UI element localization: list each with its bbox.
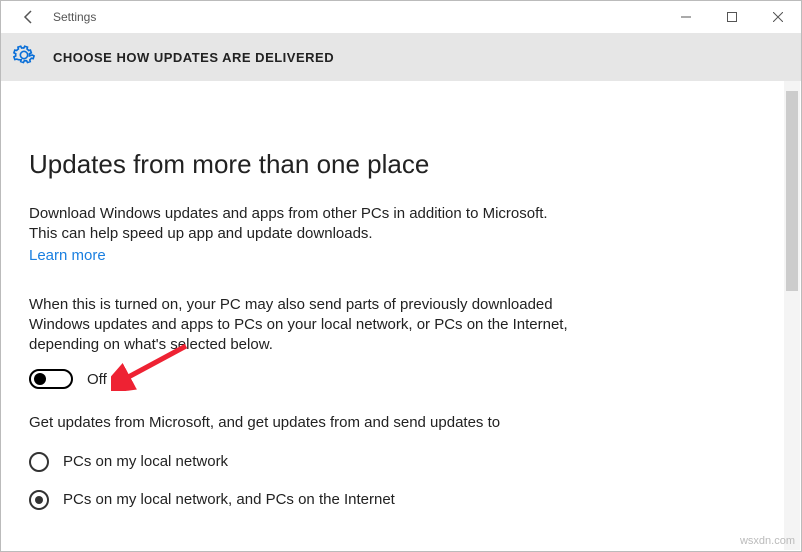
radio-row-internet: PCs on my local network, and PCs on the … (29, 490, 773, 510)
minimize-button[interactable] (663, 1, 709, 33)
window-controls (663, 1, 801, 33)
maximize-button[interactable] (709, 1, 755, 33)
watermark: wsxdn.com (740, 535, 795, 547)
radio-row-local: PCs on my local network (29, 452, 773, 472)
radio-local-and-internet[interactable] (29, 490, 49, 510)
close-button[interactable] (755, 1, 801, 33)
gear-icon (13, 44, 35, 71)
radio-label-internet: PCs on my local network, and PCs on the … (63, 491, 395, 508)
page-title: Updates from more than one place (29, 149, 773, 180)
scrollbar-thumb[interactable] (786, 91, 798, 291)
description-2: When this is turned on, your PC may also… (29, 295, 569, 356)
options-intro: Get updates from Microsoft, and get upda… (29, 413, 569, 433)
learn-more-link[interactable]: Learn more (29, 247, 106, 264)
radio-label-local: PCs on my local network (63, 453, 228, 470)
titlebar: Settings (1, 1, 801, 33)
arrow-left-icon (21, 9, 37, 25)
back-button[interactable] (9, 1, 49, 33)
toggle-knob (34, 373, 46, 385)
app-title: Settings (53, 10, 96, 24)
toggle-row: Off (29, 369, 773, 389)
scrollbar-track[interactable] (784, 81, 800, 550)
radio-local-network[interactable] (29, 452, 49, 472)
content-area: Updates from more than one place Downloa… (1, 81, 801, 530)
subheader-title: CHOOSE HOW UPDATES ARE DELIVERED (53, 50, 334, 65)
maximize-icon (727, 12, 737, 22)
delivery-toggle[interactable] (29, 369, 73, 389)
subheader: CHOOSE HOW UPDATES ARE DELIVERED (1, 33, 801, 81)
toggle-state-label: Off (87, 371, 107, 388)
close-icon (773, 12, 783, 22)
minimize-icon (681, 12, 691, 22)
description-1: Download Windows updates and apps from o… (29, 204, 569, 245)
